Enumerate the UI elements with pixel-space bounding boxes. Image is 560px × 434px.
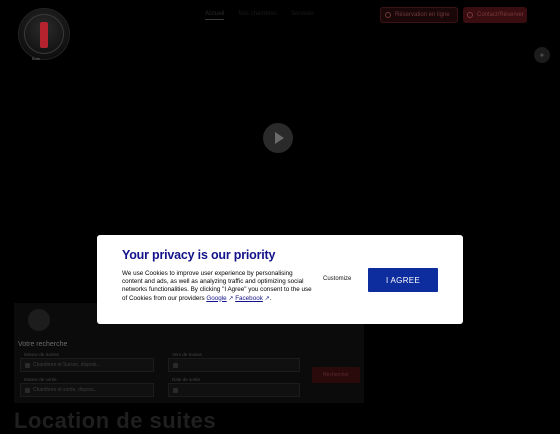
consent-body: We use Cookies to improve user experienc… [122,270,312,302]
consent-title: Your privacy is our priority [122,248,276,262]
facebook-link[interactable]: Facebook [235,295,263,302]
google-link[interactable]: Google [206,295,226,302]
modal-overlay [0,0,560,420]
external-link-icon: ↗ [264,295,270,302]
customize-button[interactable]: Customize [323,276,351,282]
agree-button[interactable]: I AGREE [368,268,438,292]
cookie-consent-dialog: Your privacy is our priority We use Cook… [97,235,463,324]
external-link-icon: ↗ [228,295,234,302]
